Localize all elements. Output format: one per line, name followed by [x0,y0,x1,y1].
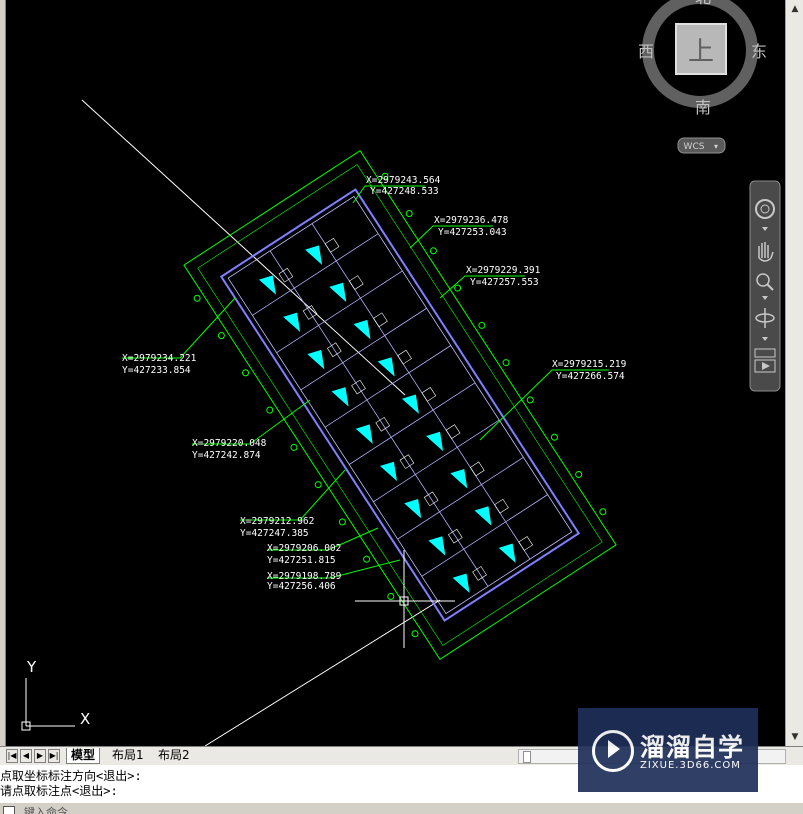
cad-drawing[interactable]: X=2979243.564 Y=427248.533 X=2979236.478… [0,0,785,746]
model-viewport[interactable]: X=2979243.564 Y=427248.533 X=2979236.478… [0,0,785,746]
watermark-brand: 溜溜自学 [640,733,745,762]
tab-model[interactable]: 模型 [66,748,101,764]
coord-4-y: Y=427266.574 [556,371,625,382]
ucs-icon [21,678,75,731]
coord-7-y: Y=427247.385 [240,528,309,539]
viewcube-west: 西 [638,42,654,61]
tab-nav-prev-button[interactable]: ◀ [20,749,32,763]
rubber-band-line [204,599,441,746]
tab-nav-first-button[interactable]: |◀ [6,749,18,763]
coord-4-x: X=2979215.219 [552,359,627,370]
coordinate-leaders [122,185,609,579]
coord-3-x: X=2979229.391 [466,265,541,276]
building-plan [183,150,617,660]
axis-bubbles [193,172,607,638]
coord-5-y: Y=427233.854 [122,365,191,376]
coord-1-y: Y=427248.533 [370,186,439,197]
vertical-scrollbar[interactable]: ▲ ▼ [785,0,803,746]
coord-9-y: Y=427256.406 [267,581,336,592]
wcs-label: WCS [684,142,705,152]
coord-6-x: X=2979220.048 [192,438,267,449]
play-icon [608,740,620,758]
command-line-1: 点取坐标标注方向<退出>: [0,769,142,783]
navigation-bar[interactable] [749,180,781,392]
viewport-left-border [0,0,6,746]
tab-layout2[interactable]: 布局2 [154,748,194,763]
command-line-2: 请点取标注点<退出>: [0,784,118,798]
viewcube[interactable]: 上 北 西 东 南 WCS ▾ [638,0,767,154]
coord-5-x: X=2979234.221 [122,353,197,364]
dimension-frame-outer [183,150,617,660]
command-input[interactable]: 键入命令 [24,804,68,814]
viewcube-south: 南 [695,98,711,117]
watermark-url: ZIXUE.3D66.COM [640,760,741,771]
command-icon [3,806,15,814]
horizontal-scroll-thumb[interactable] [523,751,531,763]
scroll-down-icon[interactable]: ▼ [788,730,802,744]
coord-8-y: Y=427251.815 [267,555,336,566]
command-input-bar[interactable]: 键入命令 [0,803,803,814]
tab-nav-next-button[interactable]: ▶ [34,749,46,763]
coord-7-x: X=2979212.962 [240,516,314,527]
coord-8-x: X=2979206.002 [267,543,341,554]
viewcube-east: 东 [751,42,767,61]
watermark-logo: 溜溜自学 ZIXUE.3D66.COM [578,708,758,792]
coord-6-y: Y=427242.874 [192,450,261,461]
tab-nav-last-button[interactable]: ▶| [48,749,60,763]
ucs-y-label: Y [26,658,37,676]
ucs-x-label: X [80,710,90,728]
dimension-frame-inner [197,164,603,646]
coord-3-y: Y=427257.553 [470,277,539,288]
coord-2-x: X=2979236.478 [434,215,509,226]
coord-1-x: X=2979243.564 [366,175,441,186]
viewcube-face-label: 上 [688,37,714,67]
scroll-up-icon[interactable]: ▲ [788,2,802,16]
chevron-down-icon: ▾ [714,142,718,151]
viewcube-north: 北 [695,0,711,7]
coord-2-y: Y=427253.043 [438,227,507,238]
tab-layout1[interactable]: 布局1 [108,748,148,763]
